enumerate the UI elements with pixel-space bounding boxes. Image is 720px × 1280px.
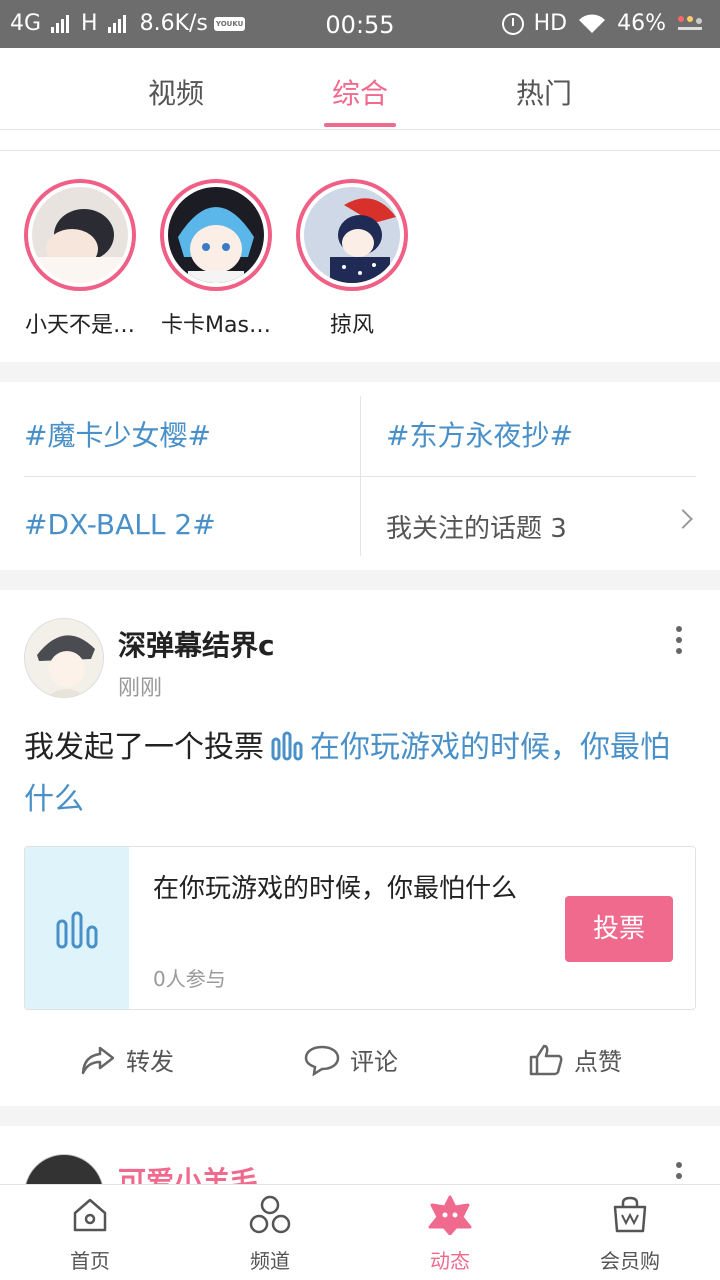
- feed-post: 深弹幕结界c 刚刚 我发起了一个投票 在你玩游戏的时候，你最怕什么 在你玩游戏的时…: [0, 590, 720, 1106]
- vote-participants: 0人参与: [153, 967, 226, 991]
- notification-dots-icon: [678, 15, 702, 30]
- comment-icon: [304, 1045, 340, 1076]
- more-options-icon[interactable]: [676, 1162, 684, 1186]
- post-text-prefix: 我发起了一个投票: [24, 730, 264, 765]
- following-user-name: 掠风: [329, 313, 374, 338]
- comment-button[interactable]: 评论: [304, 1042, 398, 1077]
- alarm-icon: [501, 12, 524, 35]
- active-tab-indicator: [324, 123, 396, 127]
- status-bar: 4G H 8.6K/s YOUKU 00:55 HD 46%: [0, 0, 720, 48]
- vote-card-icon-panel: [25, 847, 129, 1009]
- thumbs-up-icon: [529, 1044, 563, 1075]
- home-icon: [73, 1198, 107, 1232]
- shopping-bag-icon: [613, 1196, 647, 1233]
- chevron-right-icon: [673, 509, 693, 529]
- topics-grid: #魔卡少女樱# #东方永夜抄# #DX-BALL 2# 我关注的话题 3: [0, 382, 720, 570]
- divider: [0, 130, 720, 150]
- following-user-2[interactable]: 卡卡Mas…: [160, 179, 272, 339]
- share-label: 转发: [126, 1048, 174, 1076]
- post-actions: 转发 评论 点赞: [0, 1036, 720, 1084]
- post-username[interactable]: 深弹幕结界c: [118, 624, 275, 664]
- vote-card[interactable]: 在你玩游戏的时候，你最怕什么 0人参与 投票: [24, 846, 696, 1010]
- more-options-icon[interactable]: [676, 626, 684, 659]
- following-user-1[interactable]: 小天不是…: [24, 179, 136, 339]
- like-label: 点赞: [574, 1048, 622, 1076]
- feed-icon: [428, 1195, 472, 1236]
- nav-label: 动态: [430, 1249, 470, 1273]
- top-tabs: 视频 综合 热门: [0, 48, 720, 130]
- nav-channels[interactable]: 频道: [210, 1195, 330, 1274]
- topic-link[interactable]: #魔卡少女樱#: [24, 414, 211, 454]
- avatar: [168, 187, 264, 283]
- vote-chart-icon: [56, 911, 98, 949]
- feed-post: 可爱小羊毛: [0, 1126, 720, 1186]
- battery-percent: 46%: [617, 11, 666, 36]
- tab-hot[interactable]: 热门: [474, 72, 614, 112]
- share-button[interactable]: 转发: [80, 1042, 174, 1077]
- nav-member-shop[interactable]: 会员购: [570, 1195, 690, 1274]
- comment-label: 评论: [350, 1048, 398, 1076]
- like-button[interactable]: 点赞: [528, 1042, 622, 1077]
- avatar: [304, 187, 400, 283]
- tab-video[interactable]: 视频: [106, 72, 246, 112]
- followed-topics-link[interactable]: 我关注的话题 3: [386, 508, 567, 545]
- wifi-icon: [579, 13, 606, 33]
- nav-label: 会员购: [600, 1249, 660, 1273]
- nav-feed[interactable]: 动态: [390, 1195, 510, 1274]
- vote-button[interactable]: 投票: [565, 896, 673, 962]
- share-icon: [81, 1046, 115, 1074]
- channels-icon: [249, 1195, 291, 1234]
- following-user-name: 小天不是…: [24, 313, 135, 338]
- nav-label: 首页: [70, 1249, 110, 1273]
- post-text: 我发起了一个投票 在你玩游戏的时候，你最怕什么: [24, 722, 696, 826]
- tab-general[interactable]: 综合: [290, 72, 430, 112]
- following-avatars-row: 小天不是… 卡卡Mas… 掠风: [0, 150, 720, 362]
- vote-icon: [271, 731, 303, 761]
- topic-link[interactable]: #DX-BALL 2#: [24, 508, 216, 541]
- divider: [24, 476, 696, 477]
- nav-label: 频道: [250, 1249, 290, 1273]
- vote-title: 在你玩游戏的时候，你最怕什么: [153, 874, 518, 904]
- bottom-navigation: 首页 频道 动态 会员购: [0, 1184, 720, 1280]
- nav-home[interactable]: 首页: [30, 1195, 150, 1274]
- post-username[interactable]: 可爱小羊毛: [118, 1160, 258, 1186]
- following-user-3[interactable]: 掠风: [296, 179, 408, 339]
- avatar[interactable]: [24, 618, 104, 698]
- following-user-name: 卡卡Mas…: [161, 313, 271, 338]
- topic-link[interactable]: #东方永夜抄#: [386, 414, 573, 454]
- hd-label: HD: [533, 11, 568, 36]
- avatar: [32, 187, 128, 283]
- post-timestamp: 刚刚: [118, 676, 163, 701]
- avatar[interactable]: [24, 1154, 104, 1186]
